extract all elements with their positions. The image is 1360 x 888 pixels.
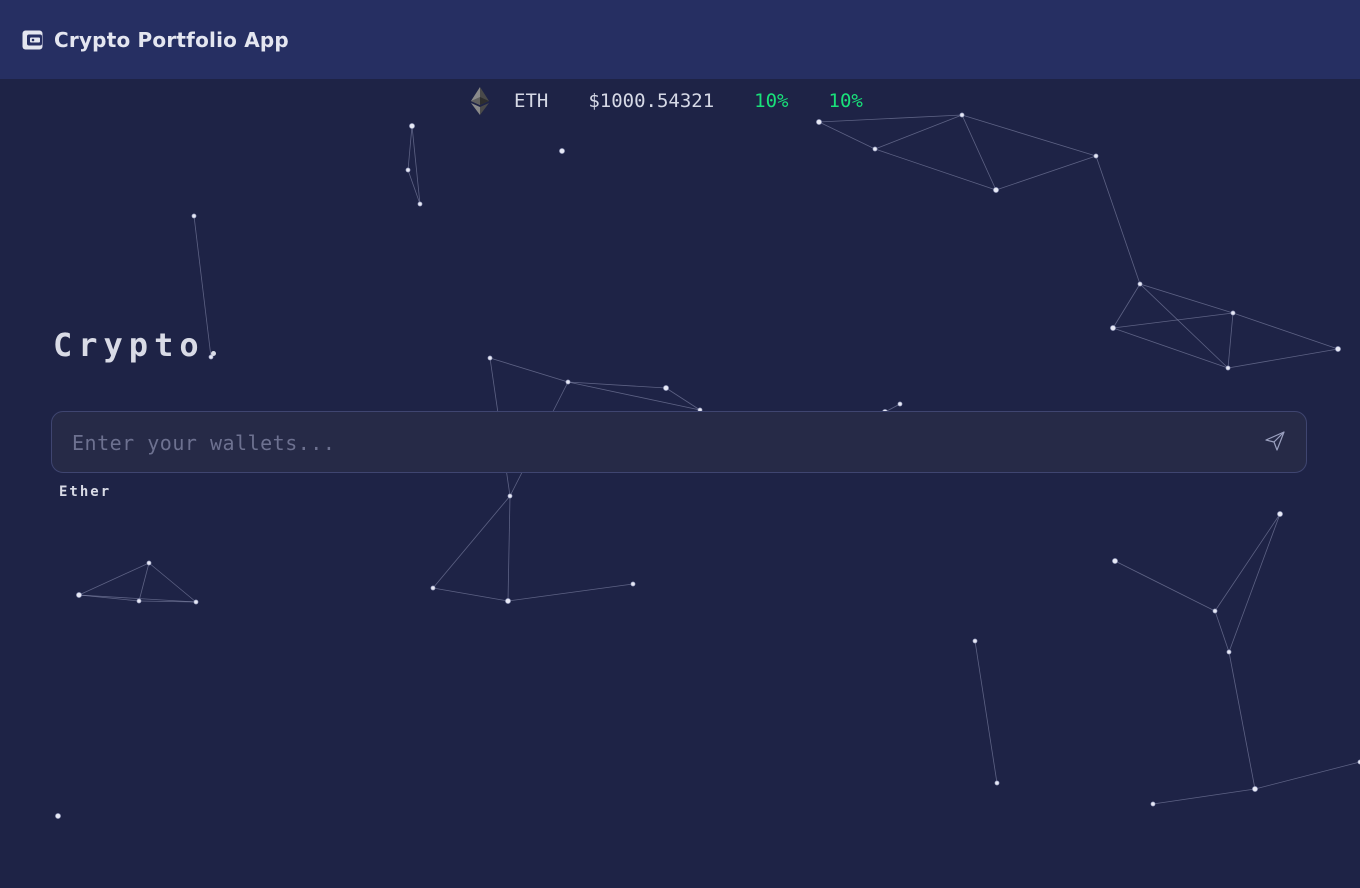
network-link xyxy=(874,148,997,191)
network-node xyxy=(816,119,822,125)
network-link xyxy=(1139,283,1229,369)
network-node xyxy=(430,585,436,591)
network-link xyxy=(1112,283,1141,329)
typing-cursor-dot xyxy=(210,351,216,356)
network-node xyxy=(559,148,565,154)
network-link xyxy=(1112,327,1229,369)
ticker-change-2: 10% xyxy=(828,90,863,112)
network-node xyxy=(409,123,415,129)
network-node xyxy=(1137,281,1143,287)
network-node xyxy=(1335,346,1341,352)
network-node xyxy=(994,780,1000,786)
network-link xyxy=(995,155,1097,191)
network-link xyxy=(1139,283,1234,314)
network-link xyxy=(407,125,413,171)
network-node xyxy=(146,560,152,566)
wallet-suggestion[interactable]: Ether xyxy=(59,484,111,500)
network-link xyxy=(138,562,150,602)
network-node xyxy=(1212,608,1218,614)
network-link xyxy=(1214,610,1230,653)
network-node xyxy=(993,187,999,193)
network-node xyxy=(191,213,197,219)
network-node xyxy=(55,813,61,819)
network-node xyxy=(972,638,978,644)
network-node xyxy=(1112,558,1118,564)
network-node xyxy=(1252,786,1258,792)
network-link xyxy=(874,114,963,150)
ethereum-icon xyxy=(470,86,490,116)
ticker-symbol: ETH xyxy=(514,90,549,112)
top-navbar: Crypto Portfolio App xyxy=(0,0,1360,79)
network-link xyxy=(1228,513,1281,653)
network-node xyxy=(1110,325,1116,331)
network-node xyxy=(405,167,411,173)
wallet-search-box xyxy=(51,411,1307,474)
network-link xyxy=(1214,513,1281,612)
network-node xyxy=(565,379,571,385)
network-link xyxy=(432,587,509,602)
network-link xyxy=(507,583,634,602)
network-node xyxy=(76,592,82,598)
network-link xyxy=(961,114,997,191)
network-link xyxy=(148,562,197,603)
network-node xyxy=(1093,153,1099,159)
network-link xyxy=(974,640,998,784)
network-node xyxy=(872,146,878,152)
network-link xyxy=(961,114,1097,157)
heading-text: Crypto xyxy=(53,326,205,364)
network-link xyxy=(1227,312,1234,369)
network-link xyxy=(818,121,876,150)
wallet-input[interactable] xyxy=(70,412,1224,474)
price-ticker: ETH $1000.54321 10% 10% xyxy=(470,86,863,116)
send-icon[interactable] xyxy=(1264,430,1286,452)
network-link xyxy=(1152,788,1256,805)
network-link xyxy=(432,495,511,589)
network-link xyxy=(489,357,569,383)
network-node xyxy=(193,599,199,605)
network-link xyxy=(818,114,963,123)
page-heading: Crypto xyxy=(53,326,216,364)
network-node xyxy=(1150,801,1156,807)
network-link xyxy=(1254,761,1360,790)
wallet-icon xyxy=(22,30,43,50)
network-node xyxy=(136,598,142,604)
network-node xyxy=(1225,365,1231,371)
app-title: Crypto Portfolio App xyxy=(54,27,289,52)
network-link xyxy=(1095,155,1141,285)
network-node xyxy=(959,112,965,118)
network-node xyxy=(1230,310,1236,316)
network-link xyxy=(1228,651,1256,790)
network-node xyxy=(1226,649,1232,655)
app-page: Crypto Portfolio App ETH $1000.54321 10%… xyxy=(0,0,1360,888)
network-link xyxy=(507,495,511,602)
network-node xyxy=(1277,511,1283,517)
network-link xyxy=(78,562,150,596)
network-node xyxy=(487,355,493,361)
ticker-change-1: 10% xyxy=(754,90,789,112)
network-node xyxy=(897,401,903,407)
network-link xyxy=(1114,560,1216,612)
network-node xyxy=(630,581,636,587)
ticker-price: $1000.54321 xyxy=(588,90,715,112)
network-node xyxy=(663,385,669,391)
network-link xyxy=(1227,348,1339,369)
network-link xyxy=(1232,312,1339,350)
network-node xyxy=(507,493,513,499)
network-node xyxy=(505,598,511,604)
network-node xyxy=(417,201,423,207)
